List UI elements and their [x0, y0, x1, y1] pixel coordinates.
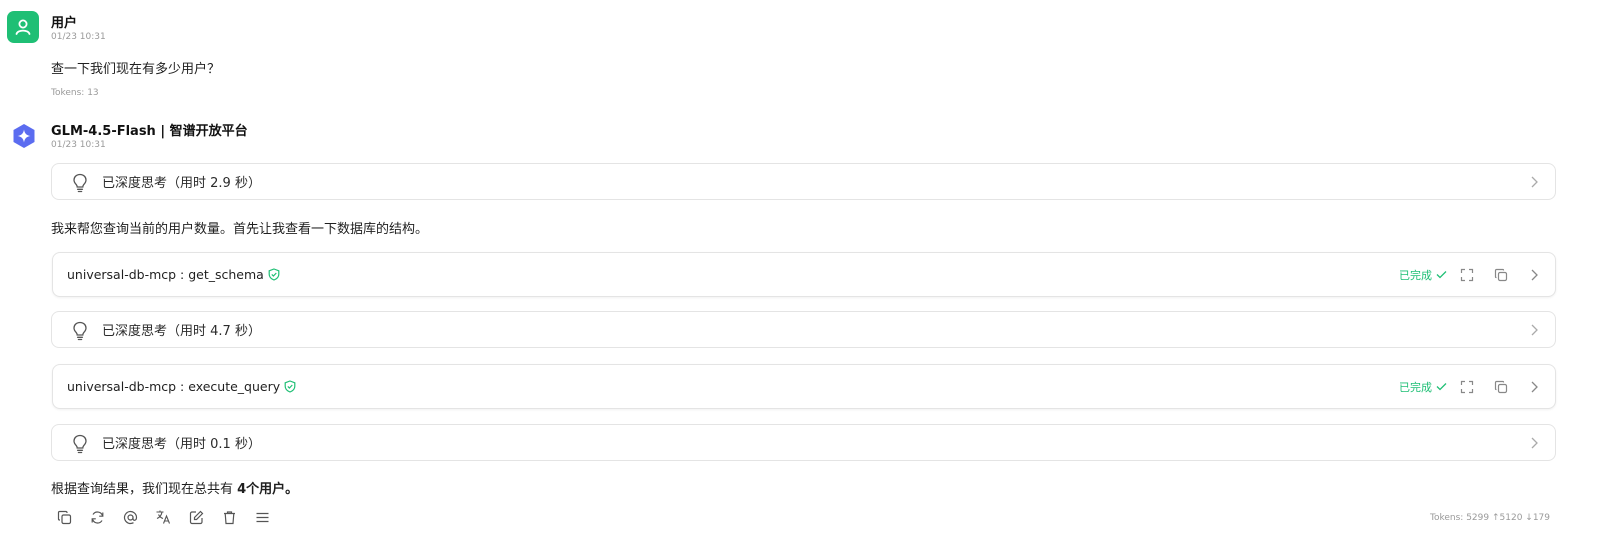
- chevron-right-icon[interactable]: [1529, 380, 1539, 394]
- tool-name: universal-db-mcp : get_schema: [67, 267, 264, 282]
- tool-call-label: universal-db-mcp : get_schema: [67, 267, 280, 282]
- status-text: 已完成: [1399, 268, 1432, 282]
- ai-intro-text: 我来帮您查询当前的用户数量。首先让我查看一下数据库的结构。: [51, 222, 429, 237]
- edit-icon[interactable]: [188, 509, 204, 525]
- ai-sparkle-icon: [13, 124, 35, 148]
- copy-icon[interactable]: [56, 509, 72, 525]
- user-tokens: Tokens: 13: [51, 88, 99, 98]
- check-icon: [1436, 271, 1447, 279]
- chevron-right-icon: [1531, 324, 1538, 335]
- tool-name: universal-db-mcp : execute_query: [67, 379, 281, 394]
- thinking-label: 已深度思考（用时 0.1 秒）: [102, 437, 261, 452]
- chevron-right-icon: [1531, 176, 1538, 187]
- tool-status: 已完成: [1399, 267, 1447, 283]
- user-avatar: [7, 11, 39, 43]
- ai-tokens: Tokens: 5299 ↑5120 ↓179: [1430, 513, 1550, 523]
- thinking-block-1[interactable]: 已深度思考（用时 2.9 秒）: [51, 163, 1556, 200]
- user-message-text: 查一下我们现在有多少用户？: [51, 62, 221, 77]
- mention-icon[interactable]: [122, 509, 138, 525]
- lightbulb-icon: [73, 434, 87, 454]
- thinking-block-2[interactable]: 已深度思考（用时 4.7 秒）: [51, 311, 1556, 348]
- lightbulb-icon: [73, 173, 87, 193]
- user-icon: [15, 19, 31, 35]
- menu-icon[interactable]: [254, 509, 270, 525]
- chevron-right-icon: [1531, 437, 1538, 448]
- check-icon: [1436, 383, 1447, 391]
- translate-icon[interactable]: [155, 509, 171, 525]
- shield-check-icon: [268, 268, 280, 281]
- tool-status: 已完成: [1399, 379, 1447, 395]
- tool-call-execute-query[interactable]: universal-db-mcp : execute_query 已完成: [52, 364, 1556, 409]
- result-prefix: 根据查询结果，我们现在总共有: [51, 482, 238, 497]
- regenerate-icon[interactable]: [89, 509, 105, 525]
- ai-avatar: [8, 120, 40, 152]
- ai-model-name: GLM-4.5-Flash | 智谱开放平台: [51, 124, 248, 139]
- tool-call-label: universal-db-mcp : execute_query: [67, 379, 296, 394]
- thinking-label: 已深度思考（用时 2.9 秒）: [102, 176, 261, 191]
- ai-result-text: 根据查询结果，我们现在总共有 4个用户。: [51, 478, 298, 497]
- expand-icon[interactable]: [1460, 268, 1474, 282]
- user-name: 用户: [51, 16, 78, 31]
- delete-icon[interactable]: [221, 509, 237, 525]
- ai-message-time: 01/23 10:31: [51, 140, 106, 150]
- copy-icon[interactable]: [1494, 268, 1508, 282]
- copy-icon[interactable]: [1494, 380, 1508, 394]
- thinking-label: 已深度思考（用时 4.7 秒）: [102, 324, 261, 339]
- result-highlight: 4个用户。: [237, 482, 299, 497]
- expand-icon[interactable]: [1460, 380, 1474, 394]
- lightbulb-icon: [73, 321, 87, 341]
- chevron-right-icon[interactable]: [1529, 268, 1539, 282]
- thinking-block-3[interactable]: 已深度思考（用时 0.1 秒）: [51, 424, 1556, 461]
- tool-call-get-schema[interactable]: universal-db-mcp : get_schema 已完成: [52, 252, 1556, 297]
- shield-check-icon: [284, 380, 296, 393]
- message-toolbar: [56, 509, 270, 525]
- status-text: 已完成: [1399, 380, 1432, 394]
- user-message-time: 01/23 10:31: [51, 32, 106, 42]
